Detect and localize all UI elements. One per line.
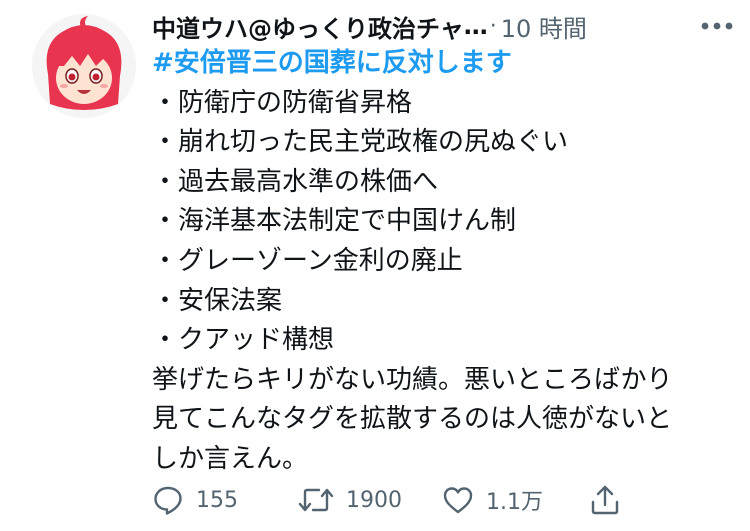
list-item: ・過去最高水準の株価へ [152,166,439,197]
more-icon [701,22,733,30]
action-bar: 155 1900 1.1万 [150,478,750,522]
reply-icon [154,486,182,515]
tweet-text: #安倍晋三の国葬に反対します ・防衛庁の防衛省昇格 ・崩れ切った民主党政権の尻ぬ… [152,44,732,480]
retweet-count: 1900 [346,487,402,513]
like-button[interactable]: 1.1万 [442,478,543,522]
avatar[interactable] [32,14,136,118]
list-item: ・グレーゾーン金利の廃止 [152,245,463,276]
separator-dot: · [489,13,497,39]
list-item: ・崩れ切った民主党政権の尻ぬぐい [152,127,569,158]
tweet: 中道ウハ@ゆっくり政治チャ … · 10 時間 #安倍晋三の国葬に反対します ・… [0,0,750,531]
like-count: 1.1万 [486,490,543,515]
retweet-icon [298,488,334,512]
author-name[interactable]: 中道ウハ@ゆっくり政治チャ [152,9,464,44]
name-truncation: … [463,12,488,40]
list-item: ・安保法案 [152,285,283,316]
list-item: ・海洋基本法制定で中国けん制 [152,206,517,237]
hashtag-link[interactable]: #安倍晋三の国葬に反対します [152,44,732,84]
share-icon [591,485,619,515]
share-button[interactable] [590,478,620,522]
reply-button[interactable]: 155 [152,478,238,522]
heart-icon [443,487,473,514]
more-options-button[interactable] [700,6,734,46]
retweet-button[interactable]: 1900 [298,478,402,522]
avatar-illustration [32,14,136,118]
closing-line: 見てこんなタグを拡散するのは人徳がないと [152,404,673,435]
closing-line: 挙げたらキリがない功績。悪いところばかり [152,364,673,395]
list-item: ・防衛庁の防衛省昇格 [152,87,413,118]
list-item: ・クアッド構想 [152,325,335,356]
tweet-header: 中道ウハ@ゆっくり政治チャ … · 10 時間 [152,6,742,46]
closing-line: しか言えん。 [152,443,309,474]
timestamp[interactable]: 10 時間 [501,9,587,44]
reply-count: 155 [196,487,238,513]
